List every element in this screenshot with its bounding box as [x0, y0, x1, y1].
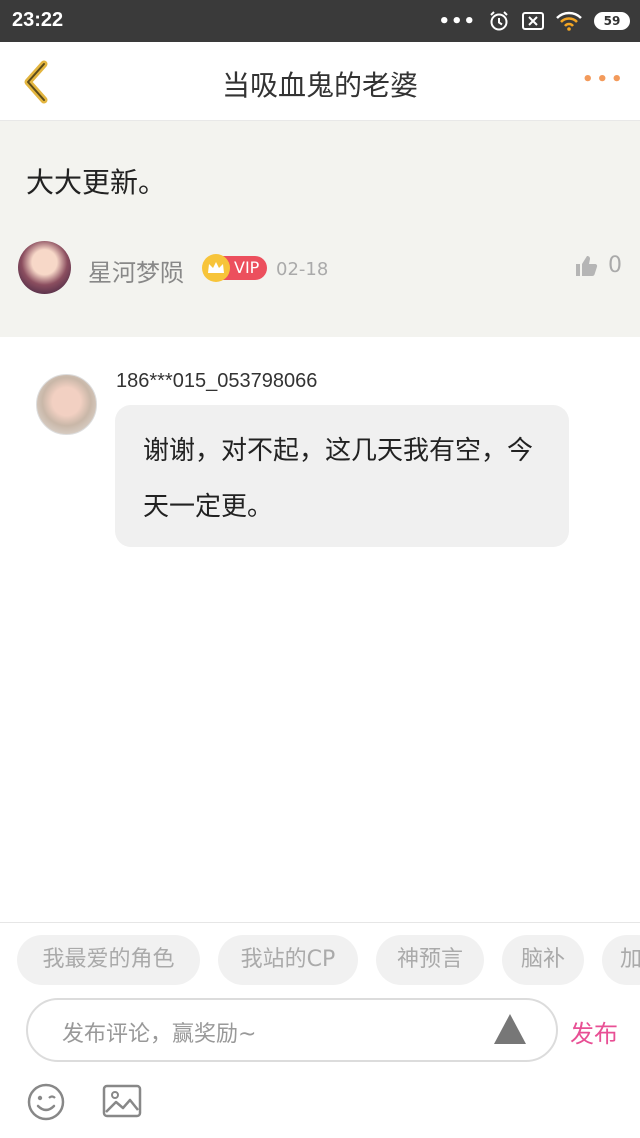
post-author-name[interactable]: 星河梦陨 [88, 253, 184, 288]
post-text: 大大更新。 [26, 166, 167, 199]
status-bar: 23:22 ••• 59 [0, 0, 640, 42]
publish-button[interactable]: 发布 [570, 1014, 618, 1049]
original-comment: 大大更新。 星河梦陨 VIP 02-18 0 [0, 121, 640, 337]
tag-chip[interactable]: 加 [602, 935, 640, 985]
tag-chip[interactable]: 神预言 [376, 935, 484, 985]
post-date: 02-18 [276, 259, 329, 280]
reply-text: 谢谢，对不起，这几天我有空，今天一定更。 [143, 436, 534, 522]
notification-dots-icon: ••• [438, 10, 476, 32]
reply-bubble[interactable]: 谢谢，对不起，这几天我有空，今天一定更。 [115, 405, 569, 547]
emoji-icon[interactable] [26, 1082, 66, 1122]
comment-input-row: 发布评论，赢奖励~ 发布 [0, 996, 640, 1068]
tag-chip[interactable]: 我最爱的角色 [17, 935, 200, 985]
crown-icon [202, 254, 230, 282]
tag-chip[interactable]: 脑补 [502, 935, 584, 985]
top-nav-bar: 当吸血鬼的老婆 ••• [0, 42, 640, 121]
comment-tools [0, 1076, 640, 1138]
like-button[interactable]: 0 [574, 253, 622, 278]
post-author-avatar[interactable] [18, 241, 71, 294]
battery-icon: 59 [594, 12, 630, 30]
like-count: 0 [608, 253, 622, 278]
page-title: 当吸血鬼的老婆 [221, 69, 418, 102]
quick-tag-bar: 我最爱的角色 我站的CP 神预言 脑补 加 [0, 922, 640, 995]
status-time: 23:22 [12, 9, 64, 31]
image-icon[interactable] [102, 1084, 142, 1118]
status-icons: ••• 59 [438, 8, 630, 34]
comment-placeholder: 发布评论，赢奖励~ [62, 1022, 257, 1047]
comment-input[interactable]: 发布评论，赢奖励~ [26, 998, 558, 1062]
vip-badge: VIP [202, 254, 268, 282]
reply-user-avatar[interactable] [36, 374, 97, 435]
tag-chip[interactable]: 我站的CP [218, 935, 358, 985]
alarm-icon [490, 11, 508, 31]
sim-off-icon [522, 12, 544, 30]
send-arrow-icon[interactable] [494, 1014, 526, 1044]
more-dots-icon[interactable]: ••• [582, 68, 623, 92]
thumbs-up-icon [576, 255, 598, 276]
wifi-icon [556, 11, 582, 31]
reply-username[interactable]: 186***015_053798066 [116, 370, 317, 393]
